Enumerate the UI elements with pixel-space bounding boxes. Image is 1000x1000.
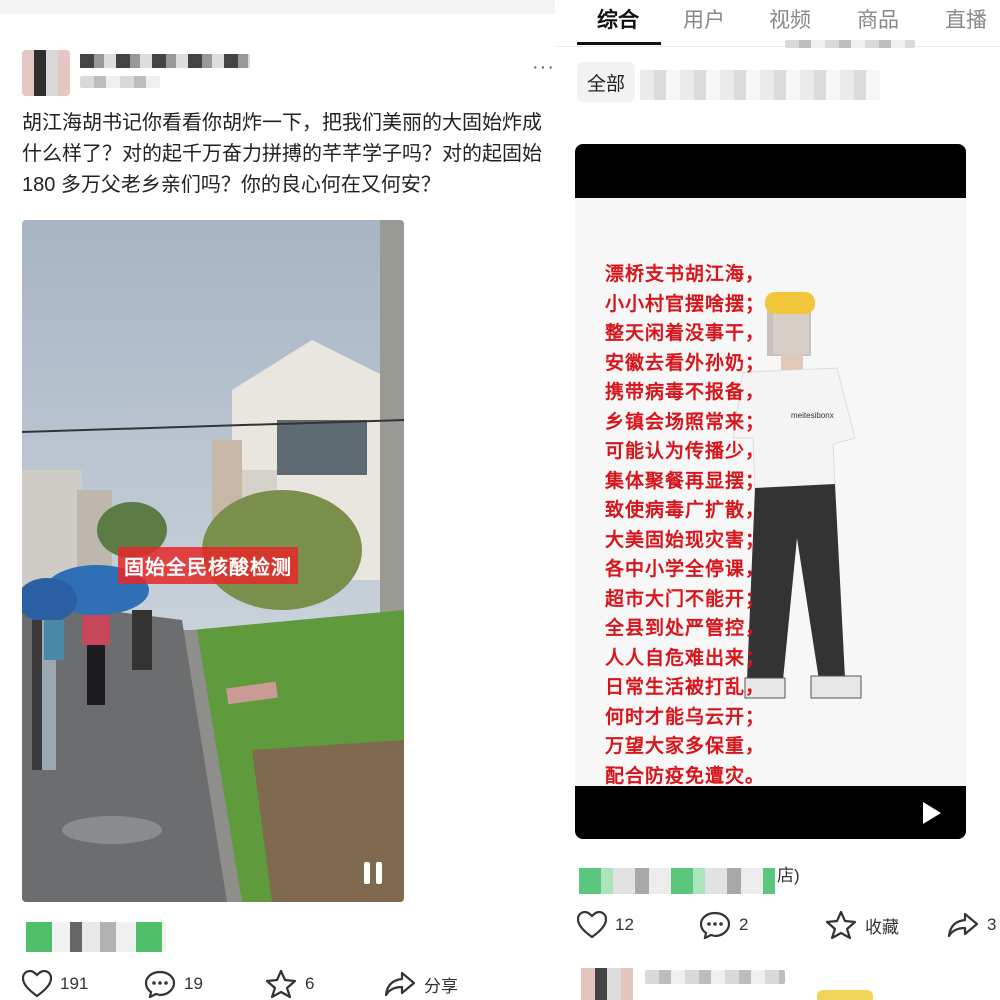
heart-icon: [22, 970, 52, 998]
video-author-blur[interactable]: [579, 868, 775, 894]
filter-options-blur[interactable]: [640, 70, 880, 100]
comment-count: 19: [184, 974, 203, 993]
poem-line: 集体聚餐再显摆；: [605, 470, 766, 492]
post-text: 胡江海胡书记你看看你胡炸一下，把我们美丽的大固始炸成什么样了？对的起千万奋力拼搏…: [22, 112, 542, 196]
next-result-thumbnail: [817, 990, 873, 1000]
tab-comprehensive[interactable]: 综合: [597, 4, 639, 34]
favorite-count: 6: [305, 974, 315, 993]
play-icon[interactable]: [923, 802, 941, 824]
poem-line: 大美固始现灾害；: [605, 529, 766, 551]
right-search-screenshot: 综合 用户 视频 商品 直播 全部 meitesibonx 漂桥支书胡江海， 小…: [555, 0, 1000, 1000]
favorite-button[interactable]: 收藏: [825, 910, 899, 940]
comment-icon: [144, 970, 176, 998]
star-icon: [265, 969, 297, 999]
star-icon: [825, 910, 857, 940]
share-icon: [384, 971, 416, 997]
favorite-button[interactable]: 6: [265, 969, 314, 999]
poem-line: 携带病毒不报备，: [605, 382, 766, 403]
poem-line: 人人自危难出来；: [605, 647, 766, 669]
poem-line: 小小村官摆啥摆；: [605, 293, 766, 315]
left-action-bar: 191 19 6 分享: [22, 968, 482, 1000]
comment-button[interactable]: 2: [699, 911, 748, 939]
heart-icon: [577, 911, 607, 939]
author-avatar[interactable]: [22, 50, 70, 96]
share-count: 3: [987, 915, 997, 934]
poem-line: 超市大门不能开；: [605, 588, 766, 610]
comment-icon: [699, 911, 731, 939]
video-poem: 漂桥支书胡江海， 小小村官摆啥摆； 整天闲着没事干， 安徽去看外孙奶； 携带病毒…: [605, 260, 765, 791]
poem-line: 安徽去看外孙奶；: [605, 352, 766, 374]
sub-filter-blur: [785, 40, 915, 48]
share-label: 分享: [424, 976, 458, 996]
left-post-screenshot: ··· 胡江海胡书记你看看你胡炸一下，把我们美丽的大固始炸成什么样了？对的起千万…: [0, 0, 555, 1000]
poem-line: 乡镇会场照常来；: [605, 411, 766, 433]
comment-button[interactable]: 19: [144, 970, 203, 998]
like-button[interactable]: 12: [577, 911, 634, 939]
active-tab-indicator: [577, 42, 661, 45]
tab-videos[interactable]: 视频: [769, 4, 811, 34]
poem-line: 何时才能乌云开；: [605, 706, 766, 728]
poem-line: 可能认为传播少，: [605, 441, 766, 462]
author-name[interactable]: [80, 54, 250, 68]
video-frame: meitesibonx 漂桥支书胡江海， 小小村官摆啥摆； 整天闲着没事干， 安…: [575, 198, 966, 787]
author-meta: [80, 76, 160, 88]
tab-live[interactable]: 直播: [945, 4, 987, 34]
poem-line: 万望大家多保重，: [605, 736, 766, 757]
share-button[interactable]: 分享: [384, 970, 458, 998]
image-caption: 固始全民核酸检测: [118, 547, 298, 584]
tag-strip[interactable]: [26, 922, 166, 952]
filter-all-chip[interactable]: 全部: [577, 62, 636, 102]
poem-line: 全县到处严管控，: [605, 618, 766, 639]
shirt-text: meitesibonx: [791, 411, 834, 420]
poem-line: 整天闲着没事干，: [605, 323, 766, 344]
poem-line: 漂桥支书胡江海，: [605, 264, 766, 285]
poem-line: 配合防疫免遭灾。: [605, 765, 766, 787]
poem-line: 致使病毒广扩散，: [605, 500, 766, 521]
more-icon[interactable]: ···: [532, 56, 555, 79]
video-author-suffix: 店): [777, 866, 800, 885]
tab-products[interactable]: 商品: [857, 4, 899, 34]
share-button[interactable]: 3: [947, 911, 996, 939]
like-count: 191: [60, 974, 89, 993]
search-tabs: 综合 用户 视频 商品 直播: [555, 0, 1000, 46]
comment-count: 2: [739, 915, 749, 934]
like-button[interactable]: 191: [22, 970, 88, 998]
next-result-avatar[interactable]: [581, 968, 633, 1000]
next-result-name[interactable]: [645, 970, 785, 984]
favorite-label: 收藏: [865, 917, 899, 937]
poem-line: 日常生活被打乱，: [605, 677, 766, 698]
poem-line: 各中小学全停课，: [605, 559, 766, 580]
share-icon: [947, 912, 979, 938]
tab-users[interactable]: 用户: [683, 4, 725, 34]
filter-all-label: 全部: [587, 73, 626, 95]
right-action-bar: 12 2 收藏 3: [577, 908, 1000, 942]
video-card[interactable]: meitesibonx 漂桥支书胡江海， 小小村官摆啥摆； 整天闲着没事干， 安…: [575, 144, 966, 839]
pause-icon[interactable]: [358, 858, 388, 888]
like-count: 12: [615, 915, 634, 934]
tabs-divider: [555, 46, 1000, 47]
post-photo[interactable]: 固始全民核酸检测: [22, 220, 404, 902]
top-strip: [0, 0, 555, 14]
